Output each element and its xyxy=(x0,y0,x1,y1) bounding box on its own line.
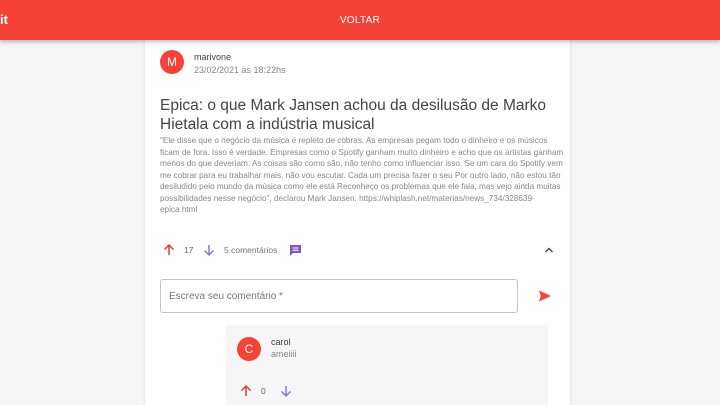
downvote-icon[interactable] xyxy=(277,382,295,400)
downvote-icon[interactable] xyxy=(200,241,218,259)
comment-author: carol xyxy=(271,337,291,347)
comments-count[interactable]: 5 comentários xyxy=(224,245,277,255)
post-body: "Ele disse que o negócio da música é rep… xyxy=(160,136,564,214)
back-button[interactable]: VOLTAR xyxy=(0,15,720,26)
post-actions: 17 5 comentários xyxy=(160,240,560,260)
post-title: Epica: o que Mark Jansen achou da desilu… xyxy=(160,97,547,133)
app-bar: it VOLTAR xyxy=(0,0,720,40)
send-icon[interactable] xyxy=(535,286,555,306)
post-card: M marivone 23/02/2021 às 18:22hs Epica: … xyxy=(145,40,570,405)
post-date: 23/02/2021 às 18:22hs xyxy=(194,65,286,75)
avatar: C xyxy=(237,337,261,361)
comment-text: ameiiii xyxy=(271,349,297,359)
post-author: marivone xyxy=(194,52,232,62)
upvote-icon[interactable] xyxy=(160,241,178,259)
vote-count: 0 xyxy=(261,386,266,396)
comment-actions: 0 xyxy=(237,381,337,399)
vote-count: 17 xyxy=(184,245,194,255)
comment-item: C carol ameiiii 0 xyxy=(226,325,548,405)
upvote-icon[interactable] xyxy=(237,382,255,400)
avatar: M xyxy=(160,50,184,74)
comment-input[interactable] xyxy=(160,279,518,313)
comment-icon[interactable] xyxy=(286,241,304,259)
chevron-up-icon[interactable] xyxy=(540,241,558,259)
